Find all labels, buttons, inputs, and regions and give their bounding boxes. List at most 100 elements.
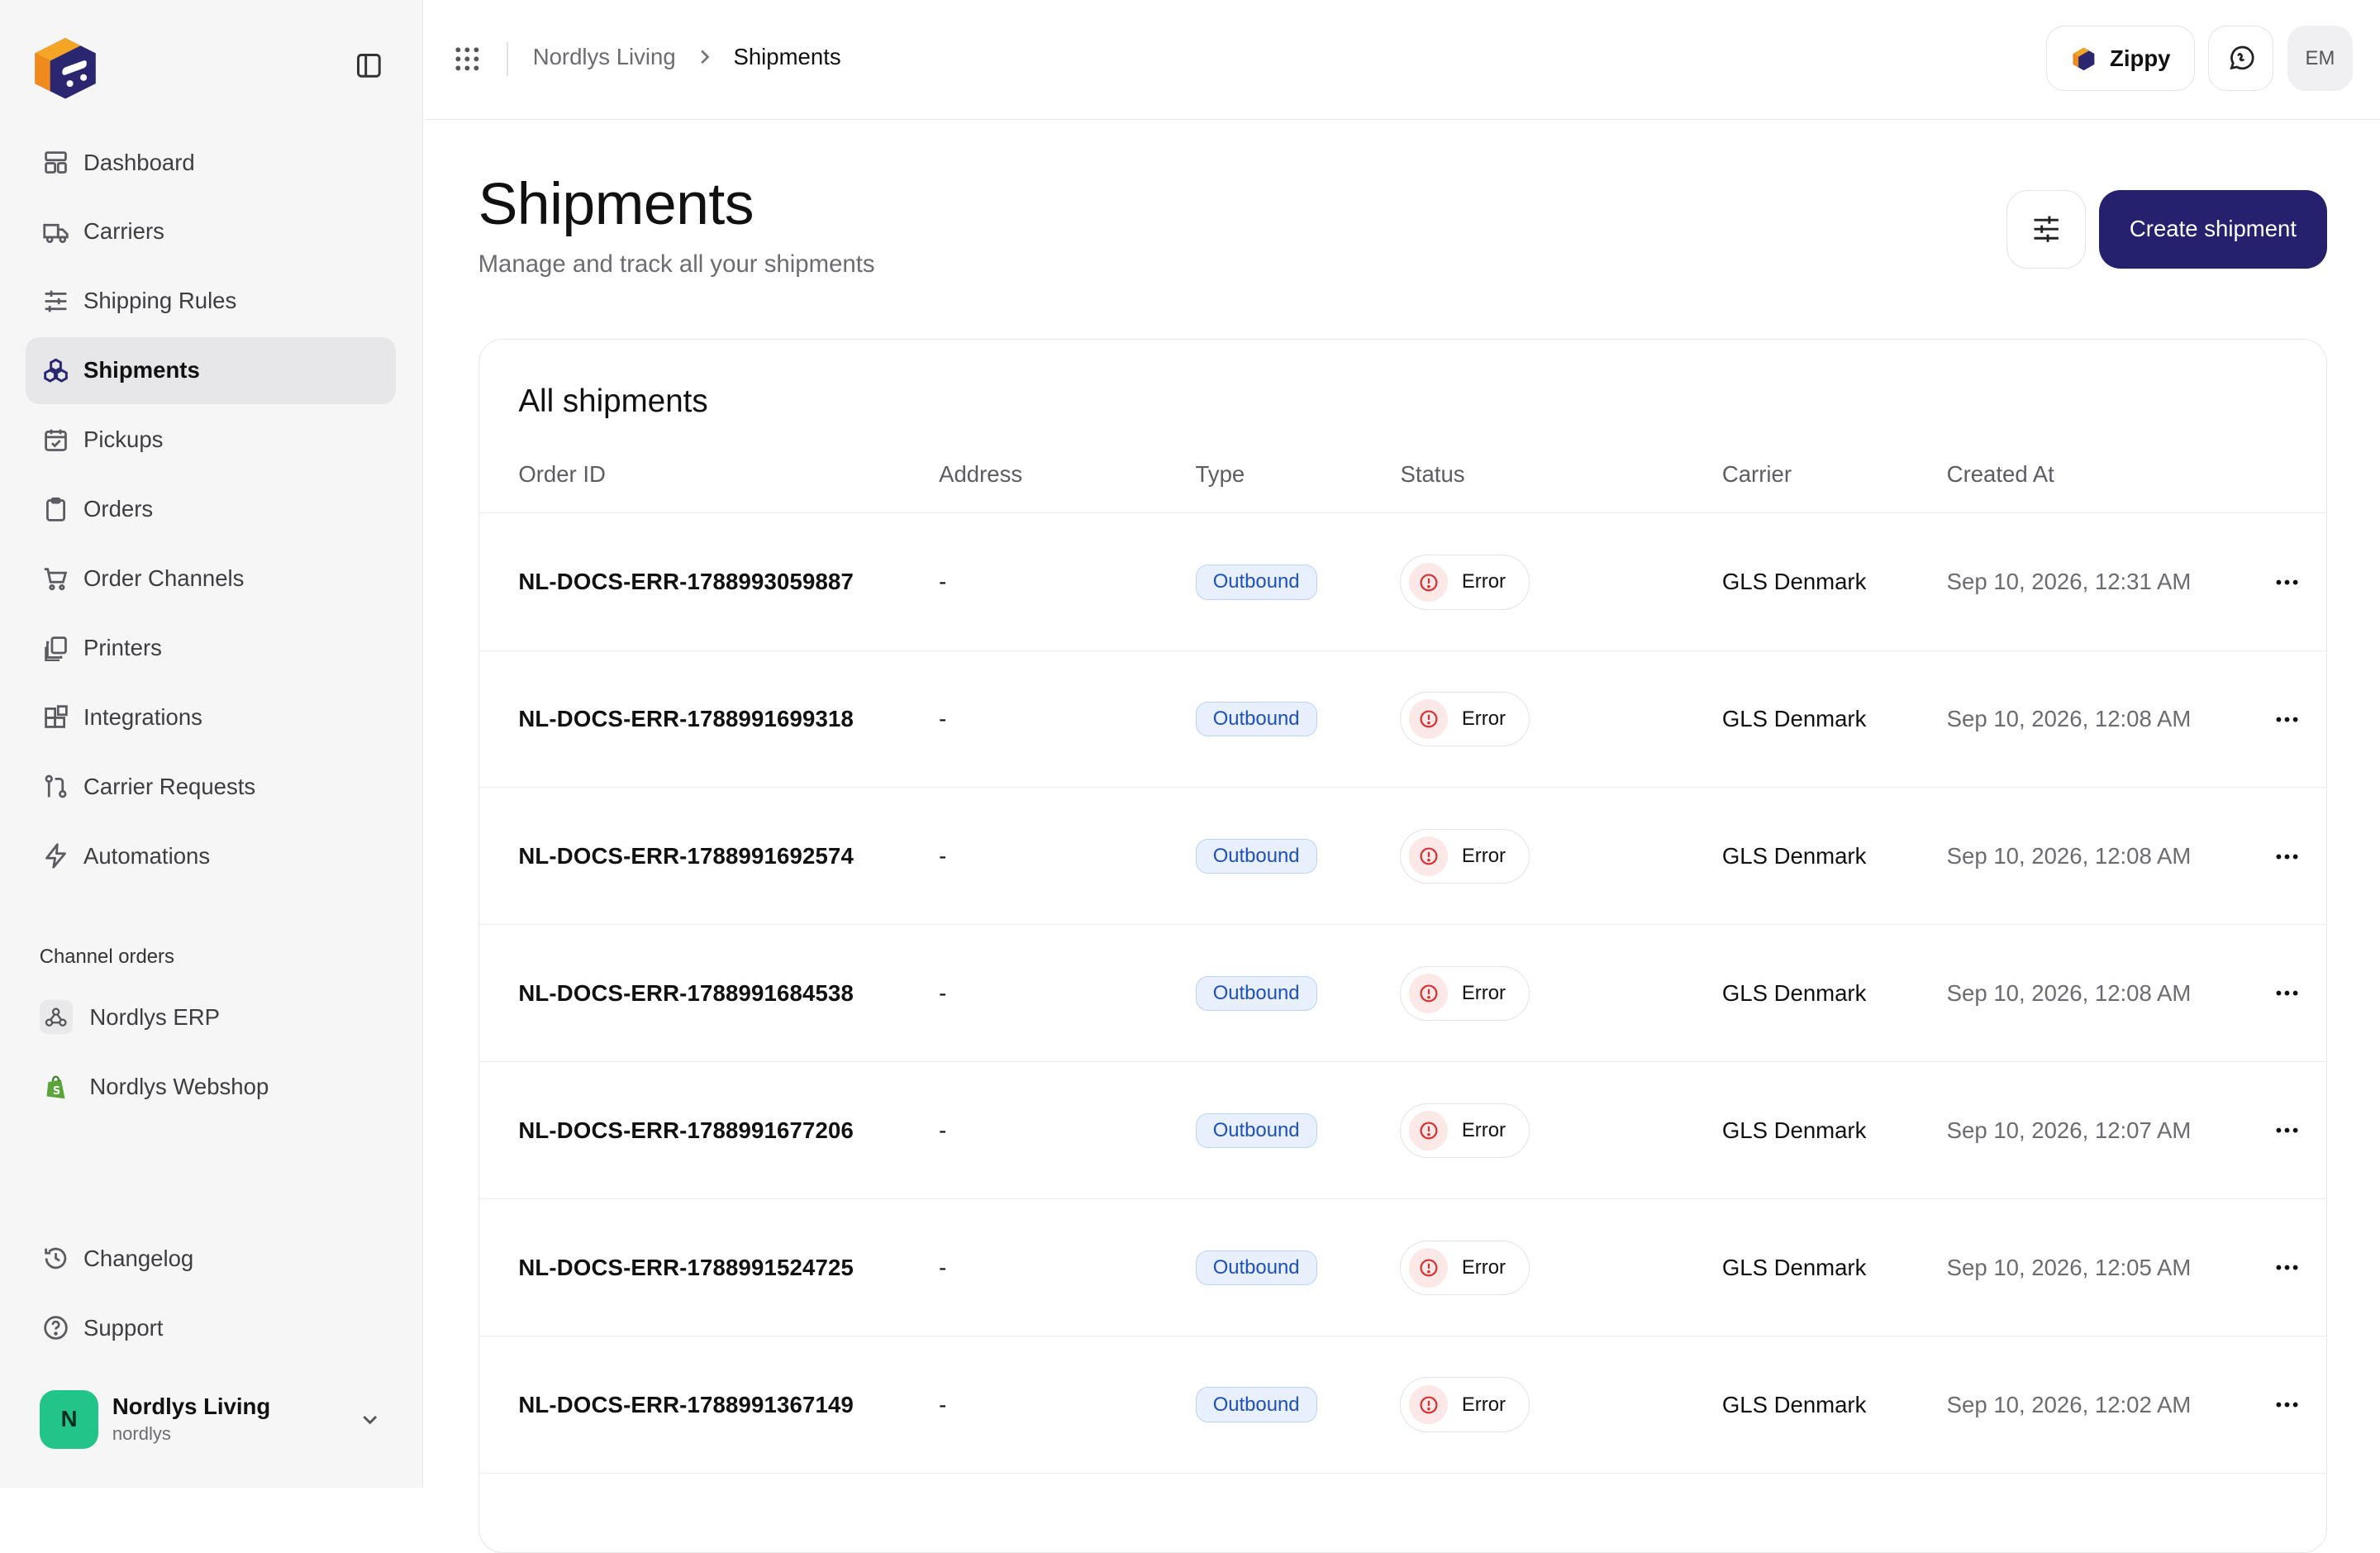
more-actions-icon[interactable]	[2273, 1199, 2301, 1336]
sidebar-toggle-icon[interactable]	[354, 50, 384, 81]
more-actions-icon[interactable]	[2273, 1336, 2301, 1473]
sliders-icon	[42, 288, 69, 315]
breadcrumb-org[interactable]: Nordlys Living	[533, 44, 676, 70]
address: -	[939, 979, 947, 1006]
table-row[interactable]: NL-DOCS-ERR-1788991684538 - Outbound Error G…	[478, 925, 2326, 1063]
filter-button[interactable]	[2006, 189, 2086, 269]
sidebar-item-order-channels[interactable]: Order Channels	[26, 545, 396, 612]
sidebar-item-carrier-requests[interactable]: Carrier Requests	[26, 753, 396, 820]
type-cell: Outbound	[1195, 651, 1317, 788]
sidebar-item-dashboard[interactable]: Dashboard	[26, 129, 396, 196]
dashboard-icon	[42, 149, 69, 176]
sidebar-item-label: Dashboard	[83, 149, 195, 175]
sidebar-item-integrations[interactable]: Integrations	[26, 684, 396, 750]
created-at: Sep 10, 2026, 12:08 AM	[1946, 843, 2192, 869]
order-id[interactable]: NL-DOCS-ERR-1788993059887	[518, 514, 854, 650]
channel-item-nordlys-webshop[interactable]: S Nordlys Webshop	[40, 1065, 269, 1110]
column-header-address[interactable]: Address	[939, 461, 1022, 488]
sidebar-item-shipping-rules[interactable]: Shipping Rules	[26, 268, 396, 335]
sidebar-item-label: Shipping Rules	[83, 288, 237, 314]
status-label: Error	[1461, 1118, 1506, 1141]
type-cell: Outbound	[1195, 1336, 1317, 1473]
address: -	[939, 569, 947, 595]
type-cell: Outbound	[1195, 514, 1317, 650]
chevron-down-icon	[358, 1408, 382, 1432]
type-badge: Outbound	[1195, 975, 1317, 1012]
type-cell: Outbound	[1195, 788, 1317, 924]
status-badge[interactable]: Error	[1400, 692, 1530, 747]
address: -	[939, 843, 947, 869]
status-badge[interactable]: Error	[1400, 555, 1530, 610]
shipments-card: All shipments Order ID Address Type Stat…	[478, 338, 2327, 1553]
sidebar-item-label: Automations	[83, 842, 211, 869]
order-id[interactable]: NL-DOCS-ERR-1788991699318	[518, 651, 854, 788]
avatar: N	[39, 1389, 99, 1450]
column-header-status[interactable]: Status	[1400, 461, 1464, 488]
carrier: GLS Denmark	[1721, 706, 1867, 732]
sidebar-item-label: Integrations	[83, 703, 202, 730]
column-header-type[interactable]: Type	[1196, 461, 1245, 488]
column-header-created-at[interactable]: Created At	[1947, 461, 2054, 488]
order-id[interactable]: NL-DOCS-ERR-1788991692574	[518, 788, 854, 924]
more-actions-icon[interactable]	[2273, 925, 2301, 1061]
shopify-icon: S	[40, 1070, 73, 1103]
column-header-order-id[interactable]: Order ID	[518, 461, 606, 488]
order-id[interactable]: NL-DOCS-ERR-1788991684538	[518, 925, 854, 1061]
create-shipment-button[interactable]: Create shipment	[2099, 189, 2327, 269]
sidebar-item-pickups[interactable]: Pickups	[26, 407, 396, 474]
sidebar-item-automations[interactable]: Automations	[26, 822, 396, 889]
created-at: Sep 10, 2026, 12:07 AM	[1946, 1117, 2192, 1143]
created-at: Sep 10, 2026, 12:31 AM	[1946, 569, 2192, 595]
sidebar-item-label: Pickups	[83, 426, 164, 453]
status-badge[interactable]: Error	[1400, 1377, 1530, 1432]
sidebar-item-carriers[interactable]: Carriers	[26, 198, 396, 265]
svg-text:S: S	[53, 1084, 60, 1097]
more-actions-icon[interactable]	[2273, 788, 2301, 924]
table-title: All shipments	[518, 383, 708, 419]
carrier: GLS Denmark	[1721, 1117, 1867, 1143]
boxes-icon	[42, 357, 69, 384]
sidebar-item-orders[interactable]: Orders	[26, 476, 396, 543]
table-row[interactable]: NL-DOCS-ERR-1788991677206 - Outbound Error G…	[478, 1062, 2326, 1200]
carrier: GLS Denmark	[1721, 1254, 1867, 1280]
error-alert-icon	[1408, 1384, 1449, 1425]
status-badge[interactable]: Error	[1400, 1240, 1530, 1295]
more-actions-icon[interactable]	[2273, 1062, 2301, 1198]
order-id[interactable]: NL-DOCS-ERR-1788991677206	[518, 1062, 854, 1198]
more-actions-icon[interactable]	[2273, 651, 2301, 788]
topbar: Nordlys Living Shipments Zippy EM	[425, 0, 2380, 121]
table-row[interactable]: NL-DOCS-ERR-1788991699318 - Outbound Error G…	[478, 651, 2326, 788]
table-row[interactable]: NL-DOCS-ERR-1788991524725 - Outbound Error G…	[478, 1199, 2326, 1336]
created-at: Sep 10, 2026, 12:08 AM	[1946, 706, 2192, 732]
status-cell: Error	[1400, 788, 1530, 924]
table-row[interactable]: NL-DOCS-ERR-1788993059887 - Outbound Error G…	[478, 514, 2326, 651]
status-badge[interactable]: Error	[1400, 1103, 1530, 1158]
column-header-carrier[interactable]: Carrier	[1722, 461, 1792, 488]
sidebar-item-shipments[interactable]: Shipments	[26, 336, 397, 404]
apps-grid-icon[interactable]	[452, 44, 483, 74]
sidebar-item-changelog[interactable]: Changelog	[26, 1225, 396, 1292]
status-cell: Error	[1400, 651, 1530, 788]
status-cell: Error	[1400, 514, 1530, 650]
sidebar: Dashboard Carriers Shipping Rules Shipme…	[0, 0, 424, 1488]
order-id[interactable]: NL-DOCS-ERR-1788991524725	[518, 1199, 854, 1336]
zippy-button[interactable]: Zippy	[2045, 26, 2195, 92]
order-id[interactable]: NL-DOCS-ERR-1788991367149	[518, 1336, 854, 1473]
more-actions-icon[interactable]	[2273, 514, 2301, 650]
type-badge: Outbound	[1195, 1250, 1317, 1285]
page-title: Shipments	[478, 170, 754, 237]
sidebar-item-support[interactable]: Support	[26, 1294, 396, 1361]
logo[interactable]	[29, 29, 102, 102]
status-badge[interactable]: Error	[1400, 965, 1530, 1022]
chat-button[interactable]	[2208, 26, 2274, 92]
status-badge[interactable]: Error	[1400, 829, 1530, 884]
type-cell: Outbound	[1195, 1062, 1317, 1198]
account-switcher[interactable]: N Nordlys Living nordlys	[39, 1388, 388, 1451]
user-avatar-button[interactable]: EM	[2287, 26, 2353, 92]
sidebar-item-printers[interactable]: Printers	[26, 615, 396, 682]
status-label: Error	[1461, 981, 1506, 1004]
address: -	[939, 1254, 947, 1280]
table-row[interactable]: NL-DOCS-ERR-1788991367149 - Outbound Error G…	[478, 1336, 2326, 1474]
table-row[interactable]: NL-DOCS-ERR-1788991692574 - Outbound Error G…	[478, 788, 2326, 926]
channel-item-nordlys-erp[interactable]: Nordlys ERP	[39, 994, 220, 1040]
